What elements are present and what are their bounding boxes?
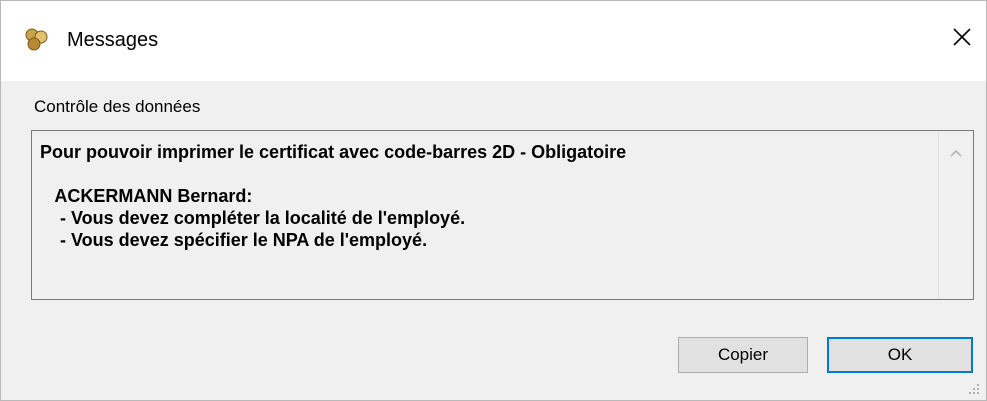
messages-dialog: Messages Contrôle des données Pour pouvo… [0,0,987,401]
issue-locality: - Vous devez compléter la localité de l'… [40,208,466,228]
message-textbox[interactable]: Pour pouvoir imprimer le certificat avec… [31,130,974,300]
message-content: Pour pouvoir imprimer le certificat avec… [40,141,933,251]
close-icon [952,27,972,52]
chevron-up-icon[interactable] [949,145,963,157]
title-bar: Messages [1,1,986,81]
close-button[interactable] [946,23,978,55]
section-label: Contrôle des données [34,97,201,116]
window-title: Messages [67,29,159,51]
resize-grip-icon[interactable] [968,382,980,394]
message-heading: Pour pouvoir imprimer le certificat avec… [40,142,627,162]
copy-button[interactable]: Copier [678,337,808,373]
users-icon [23,27,51,51]
employee-name: ACKERMANN Bernard: [40,186,253,206]
ok-button[interactable]: OK [827,337,973,373]
vertical-scrollbar[interactable] [938,131,973,299]
issue-npa: - Vous devez spécifier le NPA de l'emplo… [40,230,428,250]
